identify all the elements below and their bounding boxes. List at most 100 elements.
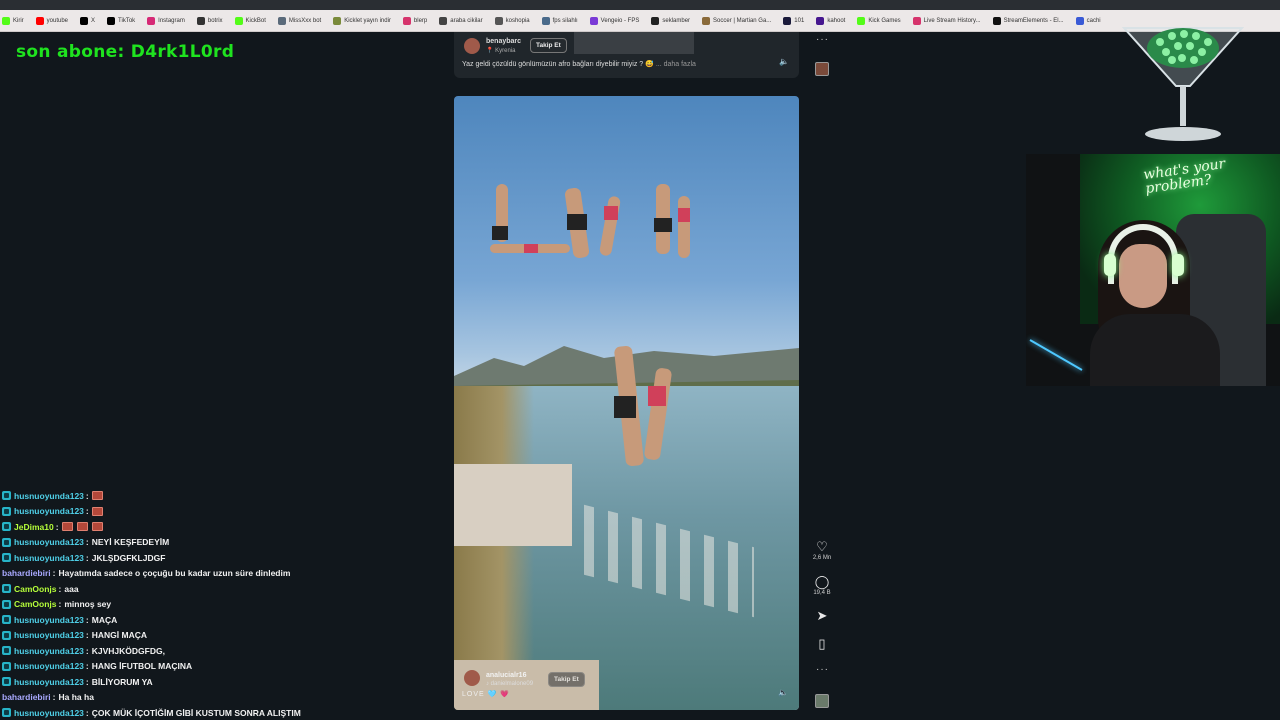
save-button[interactable]: ▯ xyxy=(806,637,838,651)
bookmark-item[interactable]: youtube xyxy=(35,16,69,25)
chat-separator: : xyxy=(85,661,89,672)
bookmark-item[interactable]: Live Stream History... xyxy=(912,16,981,25)
reel-video[interactable] xyxy=(454,96,799,710)
bookmark-item[interactable]: KickBot xyxy=(234,16,266,25)
bookmark-item[interactable]: Instagram xyxy=(147,16,185,25)
bookmark-item[interactable]: fps silahlı xyxy=(541,16,578,25)
bookmark-item[interactable]: Soccer | Martian Ga... xyxy=(702,16,771,25)
swim-shorts xyxy=(492,226,508,240)
chat-message: JeDima10: xyxy=(2,519,442,535)
chat-message: husnuoyunda123: HANG İFUTBOL MAÇINA xyxy=(2,659,442,675)
reel-audio-thumbnail[interactable] xyxy=(815,694,829,708)
kick-games-icon xyxy=(857,16,866,25)
bookmark-item[interactable]: Kick Games xyxy=(857,16,901,25)
bookmark-label: StreamElements - El... xyxy=(1003,17,1064,24)
bookmark-label: X xyxy=(91,17,96,24)
bookmark-item[interactable]: cachi xyxy=(1075,16,1101,25)
chat-username[interactable]: husnuoyunda123 xyxy=(14,491,84,501)
more-options-icon[interactable]: ··· xyxy=(816,34,829,45)
chat-username[interactable]: JeDima10 xyxy=(14,522,54,532)
bookmark-item[interactable]: Kirir xyxy=(2,16,24,25)
seklamber-icon xyxy=(651,16,660,25)
tiktok-icon xyxy=(107,16,116,25)
chat-username[interactable]: husnuoyunda123 xyxy=(14,553,84,563)
bookmark-item[interactable]: koshopia xyxy=(494,16,530,25)
reel-audio[interactable]: ♪ danielmalone09 xyxy=(486,681,533,687)
comment-icon: ◯ xyxy=(814,574,830,589)
kick-icon xyxy=(2,16,10,25)
bookmark-item[interactable]: kahoot xyxy=(816,16,845,25)
reel-follow-button[interactable]: Takip Et xyxy=(548,672,585,687)
subscriber-badge-icon xyxy=(2,615,11,625)
chat-username[interactable]: CamOonjs xyxy=(14,599,57,609)
chat-text: MAÇA xyxy=(91,614,118,625)
chat-separator: : xyxy=(85,537,89,548)
avatar[interactable] xyxy=(464,38,480,54)
bookmark-item[interactable]: X xyxy=(80,16,96,25)
bookmark-label: youtube xyxy=(46,17,69,24)
chat-separator: : xyxy=(52,568,56,579)
kicklet-icon xyxy=(333,16,342,25)
previous-reel-username[interactable]: benaybarc xyxy=(486,38,521,45)
bookmark-item[interactable]: botrix xyxy=(196,16,223,25)
chat-username[interactable]: husnuoyunda123 xyxy=(14,646,84,656)
follow-button[interactable]: Takip Et xyxy=(530,38,567,53)
more-link[interactable]: ... daha fazla xyxy=(656,61,696,68)
speaker-icon[interactable]: 🔈 xyxy=(779,57,789,66)
bookmark-item[interactable]: MissXxx bot xyxy=(277,16,321,25)
caption-text: Yaz geldi çözüldü gönlümüzün afro bağlar… xyxy=(462,61,654,68)
share-button[interactable]: ➤ xyxy=(806,609,838,623)
jumper-figure xyxy=(678,196,690,258)
audio-thumbnail[interactable] xyxy=(815,62,829,76)
bookmarks-bar: Kirir youtube X TikTok Instagram botrix KickBo… xyxy=(0,10,1280,32)
chat-text: HANGİ MAÇA xyxy=(91,630,147,641)
chat-username[interactable]: husnuoyunda123 xyxy=(14,630,84,640)
bookmark-item[interactable]: araba cikilar xyxy=(439,16,483,25)
bookmark-label: botrix xyxy=(207,17,223,24)
send-icon: ➤ xyxy=(816,608,828,623)
heart-icon: ♡ xyxy=(816,539,828,554)
bookmark-item[interactable]: seklamber xyxy=(651,16,690,25)
previous-reel-caption: Yaz geldi çözüldü gönlümüzün afro bağlar… xyxy=(462,60,696,68)
chat-username[interactable]: husnuoyunda123 xyxy=(14,537,84,547)
bookmark-item[interactable]: blerp xyxy=(402,16,427,25)
chat-separator: : xyxy=(55,521,59,532)
bookmark-label: Kirir xyxy=(13,17,24,24)
bookmark-item[interactable]: Kicklet yayın indir xyxy=(333,16,391,25)
comment-button[interactable]: ◯ 19,4 B xyxy=(806,574,838,597)
jumper-figure xyxy=(598,195,622,257)
chat-username[interactable]: CamOonjs xyxy=(14,584,57,594)
like-button[interactable]: ♡ 2,6 Mn xyxy=(806,539,838,562)
chat-username[interactable]: husnuoyunda123 xyxy=(14,615,84,625)
chat-username[interactable]: husnuoyunda123 xyxy=(14,506,84,516)
chat-username[interactable]: husnuoyunda123 xyxy=(14,708,84,718)
101-icon xyxy=(783,16,792,25)
youtube-icon xyxy=(35,16,44,25)
chat-message: CamOonjs: minnoş sey xyxy=(2,597,442,613)
subscriber-badge-icon xyxy=(2,491,11,501)
bookmark-item[interactable]: Vengeio - FPS xyxy=(589,16,639,25)
wooden-dock xyxy=(454,464,572,546)
chat-username[interactable]: bahardiebiri xyxy=(2,568,51,578)
chat-username[interactable]: bahardiebiri xyxy=(2,692,51,702)
bookmark-item[interactable]: StreamElements - El... xyxy=(992,16,1064,25)
swimsuit xyxy=(648,386,666,406)
vengeio-icon xyxy=(589,16,598,25)
previous-reel-card[interactable]: benaybarc 📍 Kyrenia Takip Et Yaz geldi ç… xyxy=(454,32,799,78)
bookmark-item[interactable]: TikTok xyxy=(107,16,135,25)
swimsuit xyxy=(524,244,538,253)
reel-username[interactable]: analucialr16 xyxy=(486,672,526,679)
chat-username[interactable]: husnuoyunda123 xyxy=(14,661,84,671)
headphone-cup-left xyxy=(1104,254,1116,276)
chat-username[interactable]: husnuoyunda123 xyxy=(14,677,84,687)
reel-avatar[interactable] xyxy=(464,670,480,686)
chat-separator: : xyxy=(85,630,89,641)
chat-message: husnuoyunda123: xyxy=(2,488,442,504)
subscriber-badge-icon xyxy=(2,537,11,547)
bookmark-item[interactable]: 101 xyxy=(783,16,804,25)
chat-separator: : xyxy=(85,506,89,517)
speaker-icon[interactable]: 🔈 xyxy=(778,688,788,697)
chat-message: husnuoyunda123: JKLŞDGFKLJDGF xyxy=(2,550,442,566)
chat-text: NEYİ KEŞFEDEYİM xyxy=(91,537,170,548)
reel-more-options-icon[interactable]: ··· xyxy=(816,664,829,675)
